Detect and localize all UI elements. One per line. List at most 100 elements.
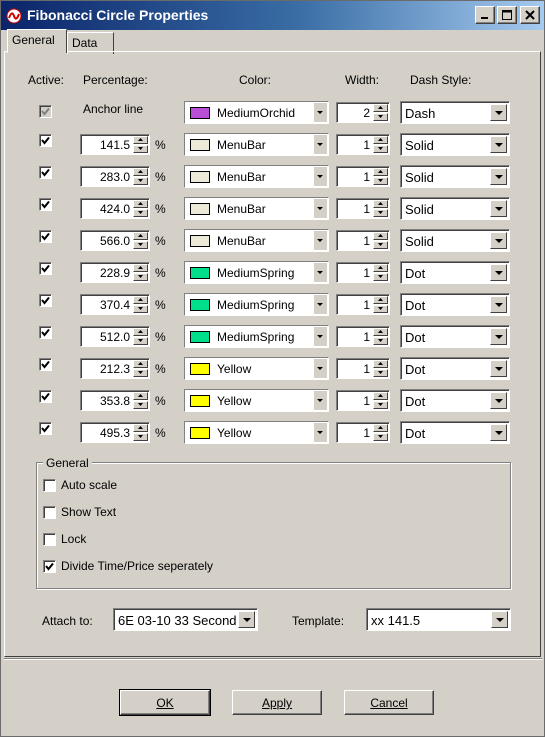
spin-up-button[interactable] bbox=[133, 296, 148, 304]
spin-down-button[interactable] bbox=[133, 241, 148, 249]
level-dash-style-select[interactable]: Dot bbox=[400, 421, 510, 444]
spin-down-button[interactable] bbox=[133, 145, 148, 153]
spin-down-button[interactable] bbox=[133, 305, 148, 313]
spin-down-button[interactable] bbox=[133, 209, 148, 217]
spin-up-button[interactable] bbox=[373, 168, 388, 176]
level-dash-style-select[interactable]: Solid bbox=[400, 229, 510, 252]
spin-down-button[interactable] bbox=[133, 273, 148, 281]
anchor-width-spinner[interactable]: 2 bbox=[336, 102, 390, 123]
level-dash-style-select[interactable]: Dot bbox=[400, 293, 510, 316]
level-dash-style-select[interactable]: Dot bbox=[400, 261, 510, 284]
level-color-select[interactable]: MediumSpring bbox=[184, 261, 329, 284]
spin-up-button[interactable] bbox=[133, 392, 148, 400]
spin-up-button[interactable] bbox=[133, 168, 148, 176]
dash-style-dropdown-button[interactable] bbox=[490, 200, 507, 217]
spin-up-button[interactable] bbox=[373, 392, 388, 400]
spin-up-button[interactable] bbox=[373, 136, 388, 144]
template-dropdown-button[interactable] bbox=[491, 611, 508, 628]
level-percent-spinner[interactable]: 353.8 bbox=[80, 390, 150, 411]
level-color-select[interactable]: MediumSpring bbox=[184, 325, 329, 348]
close-button[interactable] bbox=[520, 6, 540, 24]
spin-down-button[interactable] bbox=[373, 145, 388, 153]
title-bar[interactable]: Fibonacci Circle Properties bbox=[1, 1, 544, 30]
color-dropdown-button[interactable] bbox=[314, 199, 327, 218]
level-dash-style-select[interactable]: Solid bbox=[400, 165, 510, 188]
color-dropdown-button[interactable] bbox=[314, 327, 327, 346]
level-width-spinner[interactable]: 1 bbox=[336, 166, 390, 187]
spin-up-button[interactable] bbox=[373, 424, 388, 432]
level-percent-spinner[interactable]: 283.0 bbox=[80, 166, 150, 187]
spin-down-button[interactable] bbox=[373, 241, 388, 249]
level-active-checkbox[interactable] bbox=[39, 166, 52, 179]
maximize-button[interactable] bbox=[497, 6, 517, 24]
level-percent-spinner[interactable]: 228.9 bbox=[80, 262, 150, 283]
level-active-checkbox[interactable] bbox=[39, 134, 52, 147]
option-checkbox[interactable] bbox=[43, 479, 56, 492]
level-color-select[interactable]: MenuBar bbox=[184, 229, 329, 252]
option-label[interactable]: Auto scale bbox=[61, 478, 117, 492]
spin-down-button[interactable] bbox=[373, 305, 388, 313]
dash-style-dropdown-button[interactable] bbox=[490, 264, 507, 281]
level-dash-style-select[interactable]: Solid bbox=[400, 197, 510, 220]
level-width-spinner[interactable]: 1 bbox=[336, 262, 390, 283]
level-color-select[interactable]: Yellow bbox=[184, 421, 329, 444]
spin-up-button[interactable] bbox=[373, 104, 388, 112]
color-dropdown-button[interactable] bbox=[314, 103, 327, 122]
level-width-spinner[interactable]: 1 bbox=[336, 230, 390, 251]
level-color-select[interactable]: Yellow bbox=[184, 389, 329, 412]
option-checkbox[interactable] bbox=[43, 560, 56, 573]
level-dash-style-select[interactable]: Dot bbox=[400, 325, 510, 348]
level-percent-spinner[interactable]: 141.5 bbox=[80, 134, 150, 155]
level-width-spinner[interactable]: 1 bbox=[336, 358, 390, 379]
level-active-checkbox[interactable] bbox=[39, 358, 52, 371]
level-percent-spinner[interactable]: 370.4 bbox=[80, 294, 150, 315]
option-label[interactable]: Show Text bbox=[61, 505, 116, 519]
dash-style-dropdown-button[interactable] bbox=[490, 360, 507, 377]
dash-style-dropdown-button[interactable] bbox=[490, 424, 507, 441]
color-dropdown-button[interactable] bbox=[314, 231, 327, 250]
apply-button[interactable]: Apply bbox=[232, 690, 322, 715]
spin-down-button[interactable] bbox=[373, 433, 388, 441]
level-dash-style-select[interactable]: Dot bbox=[400, 389, 510, 412]
spin-up-button[interactable] bbox=[373, 296, 388, 304]
spin-up-button[interactable] bbox=[373, 232, 388, 240]
level-active-checkbox[interactable] bbox=[39, 422, 52, 435]
level-width-spinner[interactable]: 1 bbox=[336, 390, 390, 411]
spin-up-button[interactable] bbox=[373, 328, 388, 336]
level-color-select[interactable]: MenuBar bbox=[184, 197, 329, 220]
spin-up-button[interactable] bbox=[133, 424, 148, 432]
spin-down-button[interactable] bbox=[133, 401, 148, 409]
attach-to-dropdown-button[interactable] bbox=[238, 611, 255, 628]
spin-down-button[interactable] bbox=[133, 337, 148, 345]
spin-up-button[interactable] bbox=[373, 264, 388, 272]
option-checkbox[interactable] bbox=[43, 533, 56, 546]
anchor-dash-style-select[interactable]: Dash bbox=[400, 101, 510, 124]
level-width-spinner[interactable]: 1 bbox=[336, 134, 390, 155]
template-select[interactable]: xx 141.5 bbox=[366, 608, 511, 631]
color-dropdown-button[interactable] bbox=[314, 423, 327, 442]
spin-down-button[interactable] bbox=[373, 177, 388, 185]
level-color-select[interactable]: MediumSpring bbox=[184, 293, 329, 316]
level-width-spinner[interactable]: 1 bbox=[336, 198, 390, 219]
spin-down-button[interactable] bbox=[373, 369, 388, 377]
option-checkbox[interactable] bbox=[43, 506, 56, 519]
level-percent-spinner[interactable]: 566.0 bbox=[80, 230, 150, 251]
dash-style-dropdown-button[interactable] bbox=[490, 328, 507, 345]
level-color-select[interactable]: Yellow bbox=[184, 357, 329, 380]
spin-down-button[interactable] bbox=[133, 177, 148, 185]
level-percent-spinner[interactable]: 512.0 bbox=[80, 326, 150, 347]
anchor-color-select[interactable]: MediumOrchid bbox=[184, 101, 329, 124]
anchor-active-checkbox[interactable] bbox=[39, 105, 52, 118]
dash-style-dropdown-button[interactable] bbox=[490, 104, 507, 121]
spin-up-button[interactable] bbox=[133, 360, 148, 368]
color-dropdown-button[interactable] bbox=[314, 391, 327, 410]
level-active-checkbox[interactable] bbox=[39, 294, 52, 307]
spin-down-button[interactable] bbox=[373, 401, 388, 409]
level-dash-style-select[interactable]: Solid bbox=[400, 133, 510, 156]
level-width-spinner[interactable]: 1 bbox=[336, 422, 390, 443]
level-active-checkbox[interactable] bbox=[39, 390, 52, 403]
cancel-button[interactable]: Cancel bbox=[344, 690, 434, 715]
spin-up-button[interactable] bbox=[133, 232, 148, 240]
color-dropdown-button[interactable] bbox=[314, 295, 327, 314]
dash-style-dropdown-button[interactable] bbox=[490, 232, 507, 249]
